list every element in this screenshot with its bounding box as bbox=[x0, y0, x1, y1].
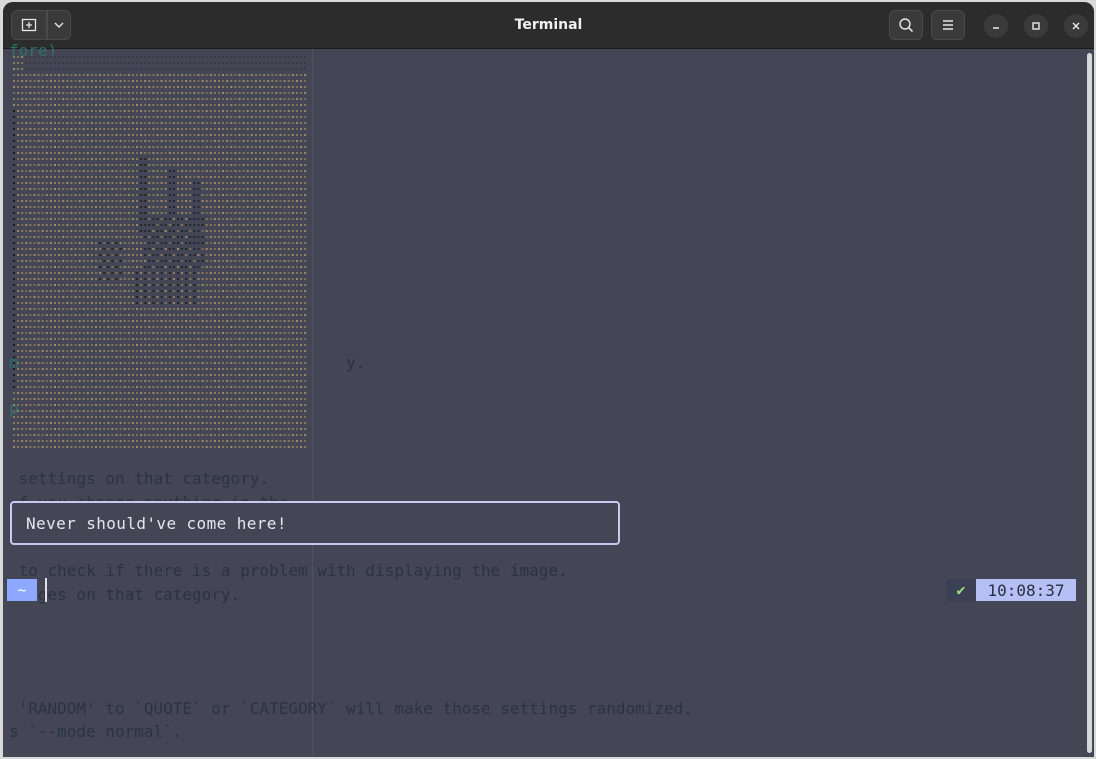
terminal-area[interactable]: fore) y.mp settings on that category. f … bbox=[3, 41, 1094, 757]
output-line: ages on that category. bbox=[9, 585, 241, 604]
output-line: 'RANDOM' to `QUOTE` or `CATEGORY` will m… bbox=[9, 699, 693, 718]
plus-square-icon bbox=[21, 18, 37, 32]
menu-button[interactable] bbox=[931, 10, 965, 40]
quote-box: Never should've come here! bbox=[10, 501, 620, 545]
ascii-art-image bbox=[13, 56, 307, 448]
pane-divider bbox=[312, 49, 313, 757]
close-button[interactable] bbox=[1064, 14, 1088, 38]
output-line: to check if there is a problem with disp… bbox=[9, 561, 568, 580]
new-tab-button[interactable] bbox=[11, 10, 47, 40]
minimize-icon bbox=[993, 27, 999, 29]
quote-text: Never should've come here! bbox=[26, 513, 287, 533]
tab-menu-button[interactable] bbox=[47, 10, 71, 40]
check-icon: ✔ bbox=[946, 579, 976, 601]
output-line: s `--mode normal`. bbox=[9, 722, 183, 741]
close-icon bbox=[1072, 22, 1080, 30]
text-cursor bbox=[45, 578, 47, 602]
terminal-window: Terminal fore) y. p settings on that cat… bbox=[3, 2, 1094, 757]
minimize-button[interactable] bbox=[984, 14, 1008, 38]
chevron-down-icon bbox=[54, 22, 64, 28]
scrollbar[interactable] bbox=[1087, 53, 1092, 753]
hamburger-icon bbox=[943, 20, 953, 30]
prompt-directory: ~ bbox=[7, 579, 37, 601]
output-line: settings on that category. bbox=[9, 469, 270, 488]
search-icon bbox=[899, 18, 914, 33]
maximize-icon bbox=[1032, 22, 1040, 30]
title-bar: Terminal bbox=[3, 2, 1094, 49]
search-button[interactable] bbox=[889, 10, 923, 40]
maximize-button[interactable] bbox=[1024, 14, 1048, 38]
clock-time: 10:08:37 bbox=[976, 579, 1076, 601]
